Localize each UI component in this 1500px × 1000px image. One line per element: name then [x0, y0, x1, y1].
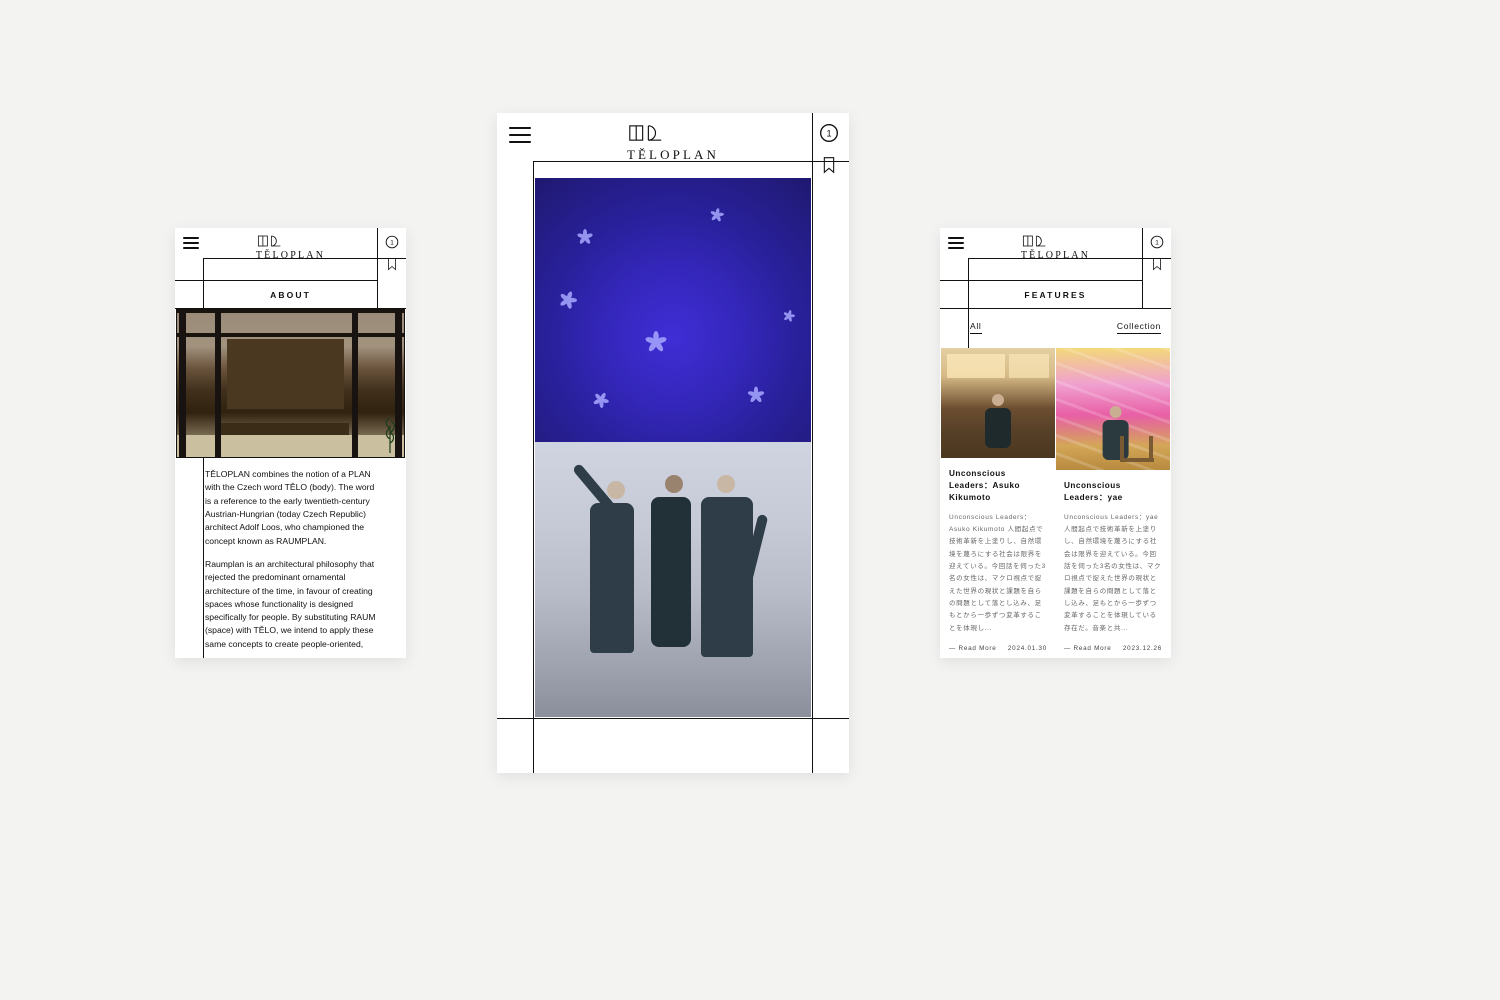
svg-text:1: 1	[826, 128, 831, 138]
brand-name: TĚLOPLAN	[256, 250, 325, 261]
feature-card[interactable]: Unconscious Leaders：yae Unconscious Lead…	[1056, 348, 1170, 658]
rule-h2	[940, 280, 1143, 281]
about-body: TĚLOPLAN combines the notion of a PLAN w…	[205, 468, 376, 658]
bookmark-icon[interactable]	[386, 257, 398, 271]
cart-icon[interactable]: 1	[1150, 235, 1164, 249]
brand[interactable]: TĚLOPLAN	[256, 234, 325, 261]
about-p1: TĚLOPLAN combines the notion of a PLAN w…	[205, 468, 376, 548]
rule-left	[968, 258, 969, 348]
card-date: 2023.12.26	[1123, 645, 1162, 652]
section-title: FEATURES	[1024, 290, 1086, 300]
card-desc: Unconscious Leaders：yae 人間起点で技術革新を上塗りし、自…	[1064, 512, 1162, 635]
menu-icon[interactable]	[509, 127, 531, 143]
rule-right	[1142, 228, 1143, 308]
feature-card[interactable]: Unconscious Leaders：Asuko Kikumoto Uncon…	[941, 348, 1055, 658]
cart-icon[interactable]: 1	[385, 235, 399, 249]
card-thumb	[1056, 348, 1170, 470]
read-more[interactable]: — Read More	[1064, 645, 1112, 652]
feature-cards: Unconscious Leaders：Asuko Kikumoto Uncon…	[941, 348, 1170, 658]
brand[interactable]: TĚLOPLAN	[627, 123, 719, 163]
filter-all[interactable]: All	[970, 321, 982, 334]
svg-text:1: 1	[1155, 239, 1159, 246]
menu-icon[interactable]	[948, 237, 964, 249]
phone-center: 1 TĚLOPLAN	[497, 113, 849, 773]
brand-name: TĚLOPLAN	[1021, 250, 1090, 261]
center-hero-image	[535, 178, 811, 717]
logo-icon	[1021, 234, 1049, 248]
bookmark-icon[interactable]	[1151, 257, 1163, 271]
rule-right	[812, 113, 813, 773]
menu-icon[interactable]	[183, 237, 199, 249]
card-date: 2024.01.30	[1008, 645, 1047, 652]
about-p2: Raumplan is an architectural philosophy …	[205, 558, 376, 651]
card-title: Unconscious Leaders：Asuko Kikumoto	[949, 468, 1047, 504]
card-thumb	[941, 348, 1055, 458]
logo-icon	[627, 123, 667, 143]
cart-count: 1	[390, 239, 394, 246]
brand-name: TĚLOPLAN	[627, 147, 719, 163]
logo-icon	[256, 234, 284, 248]
brand[interactable]: TĚLOPLAN	[1021, 234, 1090, 261]
phone-about: 1 TĚLOPLAN ABOUT	[175, 228, 406, 658]
filter-collection[interactable]: Collection	[1117, 321, 1161, 334]
bookmark-icon[interactable]	[821, 155, 837, 175]
rule-h2	[175, 280, 378, 281]
cart-icon[interactable]: 1	[819, 123, 839, 143]
rule-left	[533, 161, 534, 773]
rule-right	[377, 228, 378, 308]
rule-h2	[497, 718, 849, 719]
read-more[interactable]: — Read More	[949, 645, 997, 652]
section-title: ABOUT	[270, 290, 311, 300]
card-desc: Unconscious Leaders：Asuko Kikumoto 人間起点で…	[949, 512, 1047, 635]
card-title: Unconscious Leaders：yae	[1064, 480, 1162, 504]
rule-h3	[940, 308, 1171, 309]
phone-features: 1 TĚLOPLAN FEATURES All	[940, 228, 1171, 658]
about-hero-image	[176, 308, 405, 458]
